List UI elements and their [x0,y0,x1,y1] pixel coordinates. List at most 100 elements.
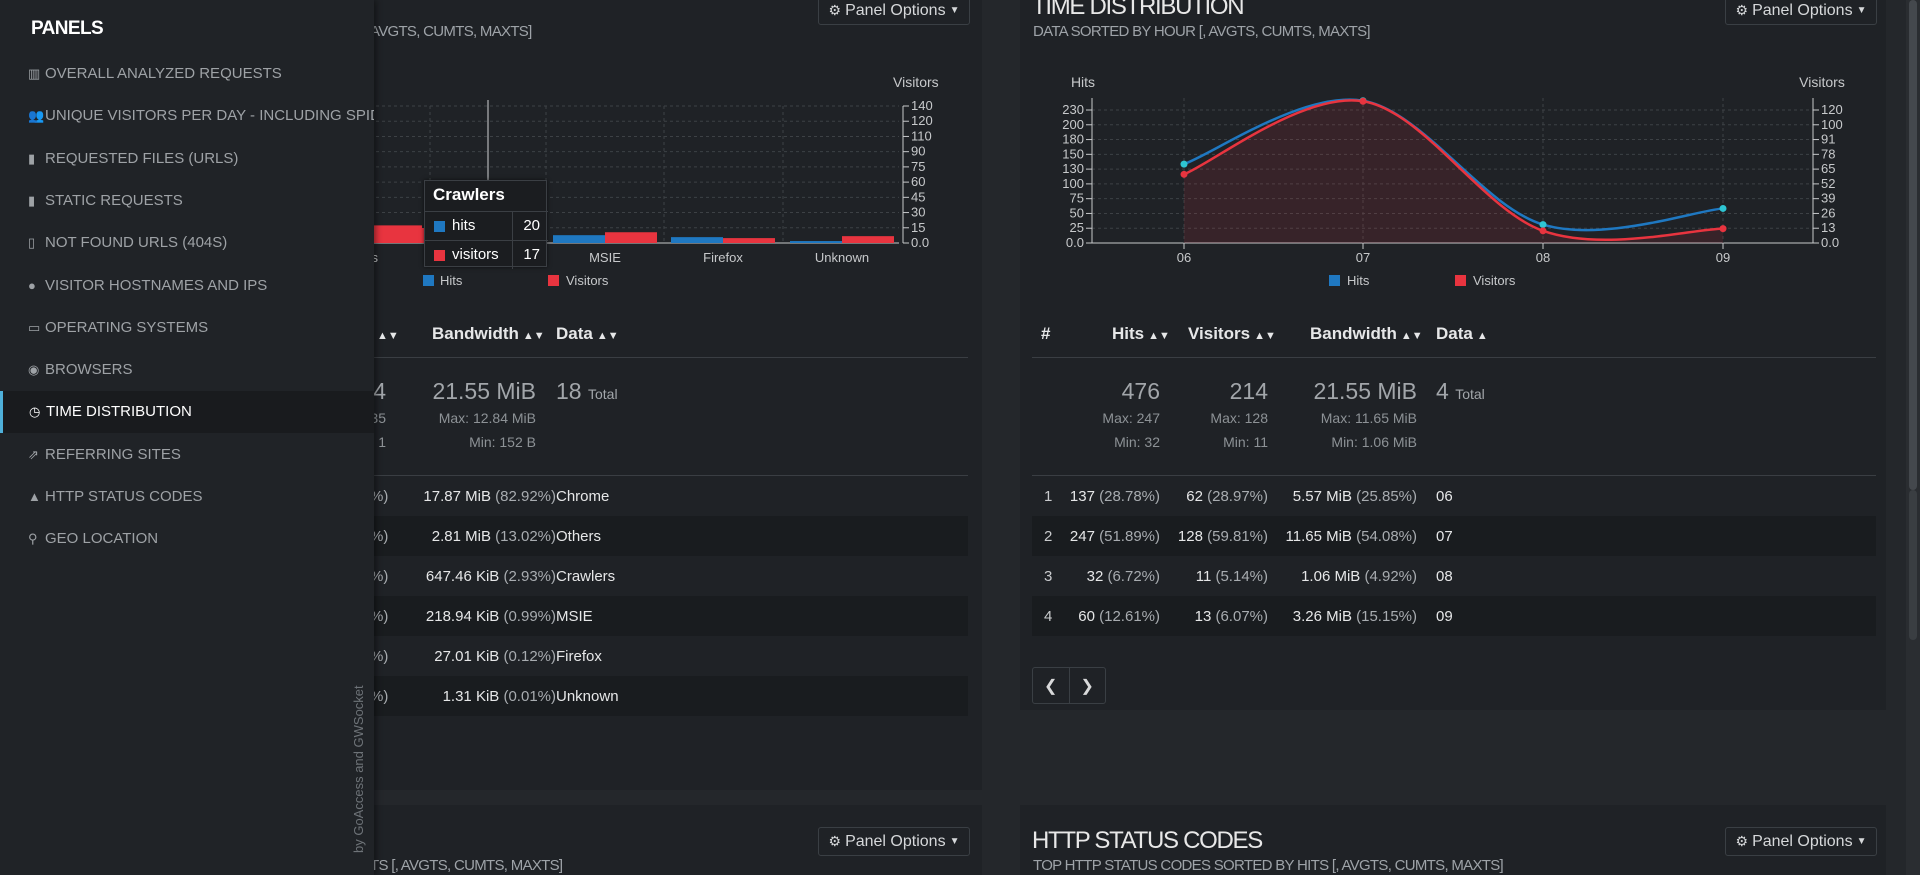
sidebar-item-label: TIME DISTRIBUTION [46,403,192,421]
sidebar-item-label: NOT FOUND URLS (404S) [45,234,228,252]
panel-options-button[interactable]: ⚙ Panel Options ▼ [1725,0,1877,25]
table-row[interactable]: 1 137 (28.78%) 62 (28.97%) 5.57 MiB (25.85%… [1032,476,1876,516]
data-total-value: 18 [556,378,582,404]
gear-icon: ⚙ [828,833,842,849]
gear-icon: ⚙ [1735,2,1749,18]
panel-options-label: Panel Options [1752,832,1853,850]
sort-icon: ▲▼ [377,330,399,342]
table-row[interactable]: %) 647.46 KiB (2.93%) Crawlers [370,556,968,596]
user-icon: ● [28,277,36,293]
column-header-partial-sort[interactable]: ▲▼ [373,324,399,344]
bandwidth-max: Max: 11.65 MiB [1320,410,1417,426]
panel-options-button[interactable]: ⚙ Panel Options ▼ [818,0,970,25]
column-header-bandwidth[interactable]: Bandwidth ▲▼ [1310,324,1423,344]
bandwidth-cell: 647.46 KiB (2.93%) [425,568,556,585]
panel-options-button[interactable]: ⚙ Panel Options ▼ [1725,827,1877,856]
table-row[interactable]: 3 32 (6.72%) 11 (5.14%) 1.06 MiB (4.92%) 08 [1032,556,1876,596]
sort-icon: ▲▼ [1254,330,1276,342]
bandwidth-min: Min: 152 B [469,434,536,450]
sidebar-item[interactable]: ▥ OVERALL ANALYZED REQUESTS [0,53,374,95]
sort-asc-icon: ▲ [1476,330,1488,342]
hits-cell: 137 (28.78%) [1069,488,1160,505]
table-row[interactable]: %) 2.81 MiB (13.02%) Others [370,516,968,556]
bandwidth-cell: 5.57 MiB (25.85%) [1292,488,1417,505]
data-cell: MSIE [556,608,593,625]
hits-max: Max: 247 [1102,410,1160,426]
sidebar-item-label: UNIQUE VISITORS PER DAY - INCLUDING SPID… [45,107,374,125]
prev-page-button[interactable]: ❮ [1033,668,1069,703]
table-row[interactable]: 4 60 (12.61%) 13 (6.07%) 3.26 MiB (15.15%) 0… [1032,596,1876,636]
column-header-bandwidth[interactable]: Bandwidth ▲▼ [432,324,545,344]
data-cell: 06 [1436,488,1453,505]
tooltip-row-hits: hits 20 [425,211,548,240]
sidebar-item[interactable]: ● VISITOR HOSTNAMES AND IPS [0,265,374,307]
column-header-number: # [1041,324,1051,343]
caret-down-icon: ▼ [949,5,960,16]
visitors-min: Min: 11 [1223,434,1268,450]
table-row[interactable]: %) 17.87 MiB (82.92%) Chrome [370,476,968,516]
gear-icon: ⚙ [1735,833,1749,849]
hits-cell: 60 (12.61%) [1078,608,1160,625]
column-header-data[interactable]: Data ▲ [1436,324,1488,344]
gwsocket-link[interactable]: GWSocket [351,685,366,747]
column-header-hits[interactable]: Hits ▲▼ [1112,324,1170,344]
sidebar-item-label: REQUESTED FILES (URLS) [45,149,239,167]
table-row[interactable]: %) 218.94 KiB (0.99%) MSIE [370,596,968,636]
table-row[interactable]: 2 247 (51.89%) 128 (59.81%) 11.65 MiB (54.0… [1032,516,1876,556]
next-page-button[interactable]: ❯ [1068,668,1106,703]
column-header-data[interactable]: Data ▲▼ [556,324,619,344]
sort-icon: ▲▼ [596,330,619,342]
bandwidth-header-label: Bandwidth [432,324,519,343]
table-row[interactable]: %) 27.01 KiB (0.12%) Firefox [370,636,968,676]
caret-down-icon: ▼ [1856,5,1867,16]
bandwidth-max: Max: 12.84 MiB [438,410,536,426]
http-status-codes-subtitle: TOP HTTP STATUS CODES SORTED BY HITS [, … [1033,857,1504,874]
sidebar-item[interactable]: ◷ TIME DISTRIBUTION [0,391,374,434]
sidebar-title: PANELS [31,18,104,39]
data-cell: Others [556,528,602,545]
sort-icon: ▲▼ [1400,330,1423,342]
visitors-total: 214 [1229,378,1268,404]
sidebar-item-label: REFERRING SITES [45,445,181,463]
data-cell: Crawlers [556,568,616,585]
sidebar-item[interactable]: ▭ OPERATING SYSTEMS [0,307,374,349]
column-header-visitors[interactable]: Visitors ▲▼ [1188,324,1276,344]
panel-options-button[interactable]: ⚙ Panel Options ▼ [818,827,970,856]
sidebar-item[interactable]: ◉ BROWSERS [0,349,374,391]
users-icon: 👥 [28,108,45,124]
scrollbar-thumb[interactable] [1909,0,1917,490]
bandwidth-min: Min: 1.06 MiB [1331,434,1417,450]
sidebar-item-label: HTTP STATUS CODES [45,488,203,505]
tooltip-visitors-value: 17 [523,246,540,263]
tooltip-row-visitors: visitors 17 [425,240,548,269]
caret-down-icon: ▼ [1856,836,1867,847]
hits-cell: 247 (51.89%) [1069,528,1160,545]
bandwidth-cell: 1.06 MiB (4.92%) [1301,568,1417,585]
sidebar-item[interactable]: ▯ NOT FOUND URLS (404S) [0,222,374,264]
tooltip-title: Crawlers [433,185,505,204]
panel-options-label: Panel Options [845,1,946,19]
hits-min: Min: 32 [1114,434,1160,450]
data-cell: 07 [1436,528,1453,545]
sidebar-item[interactable]: ⇗ REFERRING SITES [0,434,374,476]
chart-tooltip: Crawlers hits 20 visitors 17 [424,180,548,269]
chrome-icon: ◉ [28,362,40,378]
table-row[interactable]: %) 1.31 KiB (0.01%) Unknown [370,676,968,716]
bandwidth-total: 21.55 MiB [1313,378,1417,404]
sidebar-item[interactable]: ▮ STATIC REQUESTS [0,180,374,222]
data-header-label: Data [1436,324,1473,343]
goaccess-link[interactable]: GoAccess [351,776,366,835]
page-scrollbar[interactable] [1906,0,1920,875]
sidebar-item[interactable]: ⚲ GEO LOCATION [0,518,374,560]
desktop-icon: ▭ [28,319,41,335]
visitors-swatch [434,250,445,261]
warning-icon: ▲ [28,489,41,504]
hits-total: 476 [1121,378,1160,404]
file-icon: ▮ [28,150,36,166]
bandwidth-header-label: Bandwidth [1310,324,1397,343]
sidebar-item[interactable]: ▲ HTTP STATUS CODES [0,476,374,518]
sidebar-item[interactable]: ▮ REQUESTED FILES (URLS) [0,138,374,180]
visitors-cell: 128 (59.81%) [1177,528,1268,545]
data-cell: 08 [1436,568,1453,585]
sidebar-item[interactable]: 👥UNIQUE VISITORS PER DAY - INCLUDING SPI… [0,95,374,137]
